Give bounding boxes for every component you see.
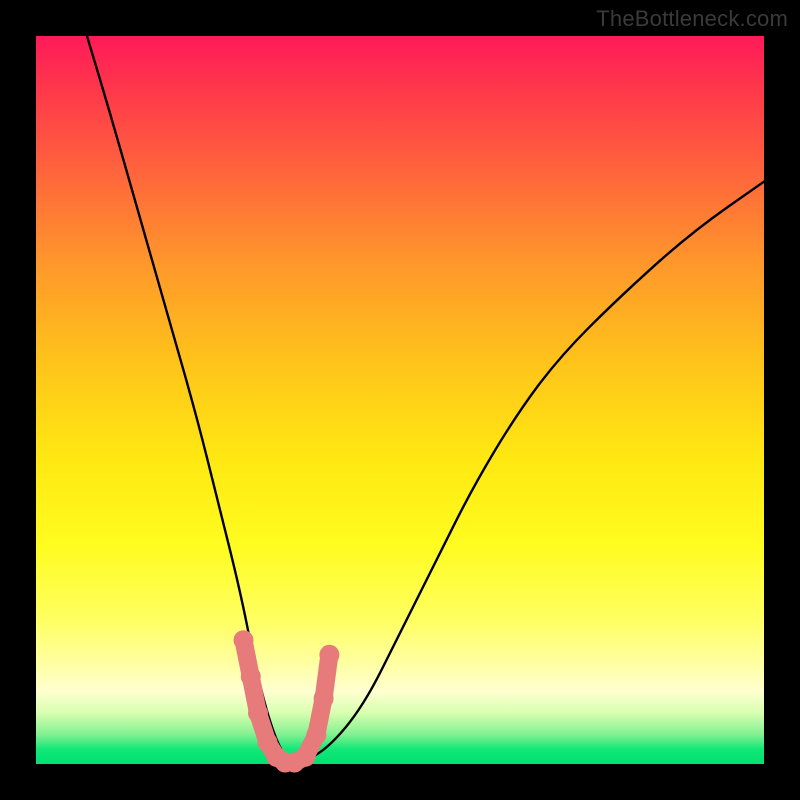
bottleneck-curve (87, 36, 764, 762)
highlight-dot (295, 747, 315, 767)
highlight-dot (319, 645, 339, 665)
highlight-dot (248, 703, 268, 723)
highlight-dot (314, 689, 334, 709)
highlight-dot (241, 667, 261, 687)
highlight-dot (306, 725, 326, 745)
plot-area (36, 36, 764, 764)
watermark-text: TheBottleneck.com (596, 6, 788, 32)
chart-svg (36, 36, 764, 764)
highlight-dot (234, 630, 254, 650)
